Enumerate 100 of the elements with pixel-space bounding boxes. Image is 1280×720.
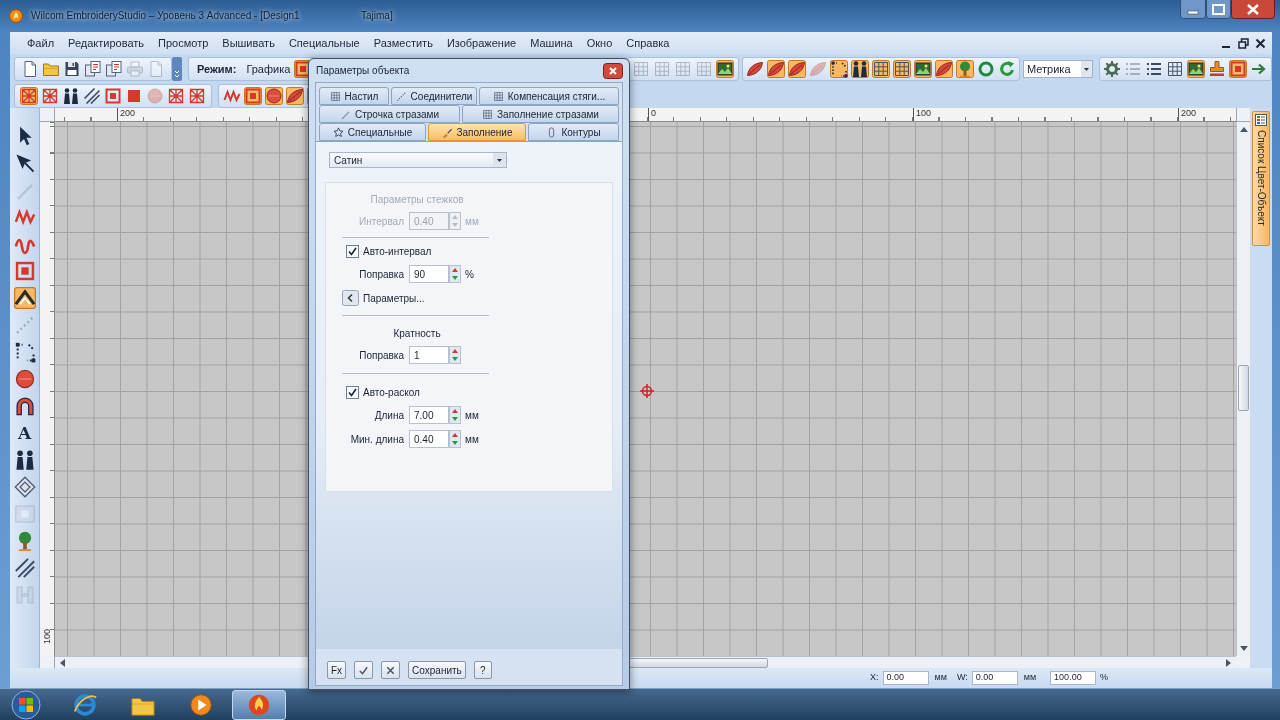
document-icon[interactable] [21,60,39,78]
frame-icon[interactable] [13,260,36,282]
close-icon[interactable] [603,62,623,79]
menu-item[interactable]: Просмотр [151,34,216,52]
menu-item[interactable]: Специальные [281,34,367,52]
spin-arrows-icon[interactable] [449,265,461,283]
number-field[interactable]: 90 [409,265,449,283]
close-icon[interactable] [1231,0,1275,19]
stitch-type-dropdown[interactable]: Сатин [329,152,507,168]
gear-icon[interactable] [1103,60,1121,78]
leaf-icon[interactable] [286,87,304,105]
close-icon[interactable] [1255,37,1266,49]
scroll-right-arrow-icon[interactable] [1225,657,1233,668]
picture-icon[interactable] [1187,60,1205,78]
lattice-icon[interactable] [188,87,206,105]
grid-icon[interactable] [1166,60,1184,78]
cancel-button[interactable] [381,661,401,679]
lattice-icon[interactable] [167,87,185,105]
tab[interactable]: Компенсация стяги... [479,87,619,105]
disc-icon[interactable] [265,87,283,105]
save-button[interactable]: Сохранить [408,661,466,679]
tree-icon[interactable] [956,60,974,78]
two-figures-icon[interactable] [851,60,869,78]
pages-icon[interactable] [105,60,123,78]
vertical-scrollbar[interactable] [1236,122,1250,656]
disc-icon[interactable] [13,368,36,390]
checkbox[interactable] [346,244,359,258]
folder-icon[interactable] [42,60,60,78]
filled-square-icon[interactable] [125,87,143,105]
chevron-icon[interactable] [172,57,182,81]
leaf-icon[interactable] [935,60,953,78]
peak-icon[interactable] [13,287,36,309]
diagonal-lines-icon[interactable] [83,87,101,105]
scroll-down-arrow-icon[interactable] [1238,645,1249,653]
tab[interactable]: Специальные [319,123,426,141]
menu-item[interactable]: Файл [20,34,62,52]
menu-item[interactable]: Разместить [366,34,440,52]
grid-icon[interactable] [872,60,890,78]
list-icon[interactable] [1145,60,1163,78]
options-button[interactable]: Параметры... [342,290,425,306]
lattice-icon[interactable] [20,87,38,105]
diamond-icon[interactable] [13,476,36,498]
frame-icon[interactable] [104,87,122,105]
zoom-field[interactable]: 100.00 [1050,671,1097,685]
menu-item[interactable]: Окно [579,34,620,52]
scroll-left-arrow-icon[interactable] [58,657,66,668]
scroll-thumb[interactable] [1238,365,1249,411]
circular-arrow-icon[interactable] [998,60,1016,78]
two-figures-icon[interactable] [13,449,36,471]
number-field[interactable]: 7.00 [409,406,449,424]
picture-icon[interactable] [716,60,734,78]
leaf-icon[interactable] [788,60,806,78]
confirm-button[interactable] [354,661,374,679]
spin-arrows-icon[interactable] [449,430,461,448]
frame-icon[interactable] [1229,60,1247,78]
menu-item[interactable]: Справка [619,34,677,52]
menu-item[interactable]: Машина [523,34,580,52]
pages-icon[interactable] [84,60,102,78]
number-field[interactable]: 0.40 [409,430,449,448]
leaf-icon[interactable] [746,60,764,78]
mode-value[interactable]: Графика [246,60,291,78]
restore-icon[interactable] [1238,37,1249,49]
side-panel-tab[interactable]: Список Цвет-Объект [1252,111,1270,246]
zigzag-icon[interactable] [13,206,36,228]
zigzag-icon[interactable] [223,87,241,105]
tab[interactable]: Настил [319,87,389,105]
checkbox[interactable] [346,385,359,399]
help-button[interactable]: ? [473,661,492,679]
ring-icon[interactable] [977,60,995,78]
grid-icon[interactable] [893,60,911,78]
tab[interactable]: Заполнение [428,123,526,141]
picture-icon[interactable] [914,60,932,78]
stamp-icon[interactable] [1208,60,1226,78]
tab[interactable]: Заполнение стразами [462,105,619,123]
taskbar-button[interactable] [232,689,286,720]
leaf-icon[interactable] [767,60,785,78]
lattice-icon[interactable] [41,87,59,105]
letter-tool-button[interactable]: A [13,422,36,444]
reshape-arrow-icon[interactable] [13,152,36,174]
node-points-icon[interactable] [13,341,36,363]
node-points-icon[interactable] [830,60,848,78]
menu-item[interactable]: Редактировать [61,34,152,52]
arch-icon[interactable] [13,395,36,417]
coordinate-field[interactable]: 0.00 [882,671,929,685]
tab[interactable]: Соединители [391,87,477,105]
tab[interactable]: Строчка стразами [319,105,460,123]
menu-item[interactable]: Вышивать [215,34,282,52]
spin-arrows-icon[interactable] [449,406,461,424]
frame-icon[interactable] [244,87,262,105]
units-dropdown[interactable]: Метрика [1023,60,1093,78]
tab[interactable]: Контуры [528,123,619,141]
two-figures-icon[interactable] [62,87,80,105]
diagonal-lines-icon[interactable] [13,557,36,579]
menu-item[interactable]: Изображение [439,34,524,52]
maximize-icon[interactable] [1206,0,1231,19]
coordinate-field[interactable]: 0.00 [971,671,1018,685]
scroll-up-arrow-icon[interactable] [1238,125,1249,133]
formula-button[interactable]: Fx [327,661,347,679]
spin-arrows-icon[interactable] [449,346,461,364]
number-field[interactable]: 1 [409,346,449,364]
